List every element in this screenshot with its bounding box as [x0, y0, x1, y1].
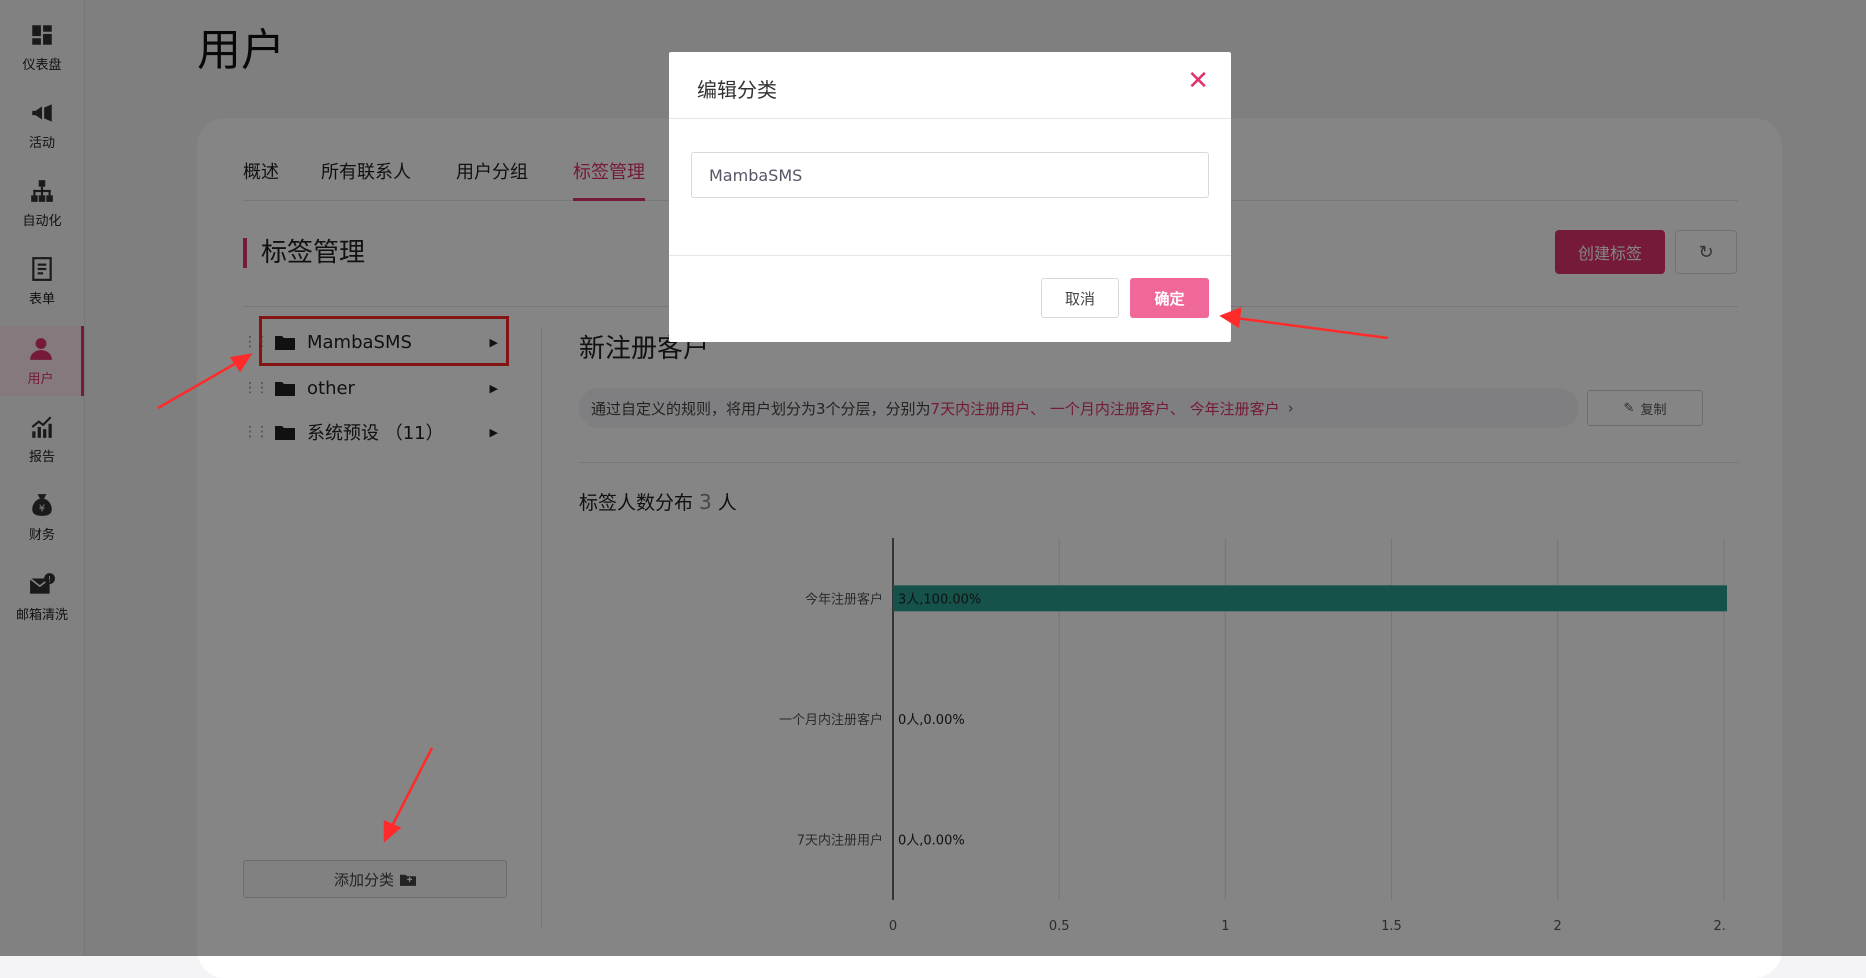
modal-title: 编辑分类	[697, 78, 777, 102]
cancel-button[interactable]: 取消	[1041, 278, 1119, 318]
confirm-button[interactable]: 确定	[1130, 278, 1209, 318]
edit-category-modal: 编辑分类 ✕ 取消 确定	[669, 52, 1231, 342]
category-name-input[interactable]	[691, 152, 1209, 198]
close-icon[interactable]: ✕	[1187, 66, 1209, 96]
modal-footer-divider	[669, 255, 1231, 256]
modal-header: 编辑分类 ✕	[669, 52, 1231, 119]
